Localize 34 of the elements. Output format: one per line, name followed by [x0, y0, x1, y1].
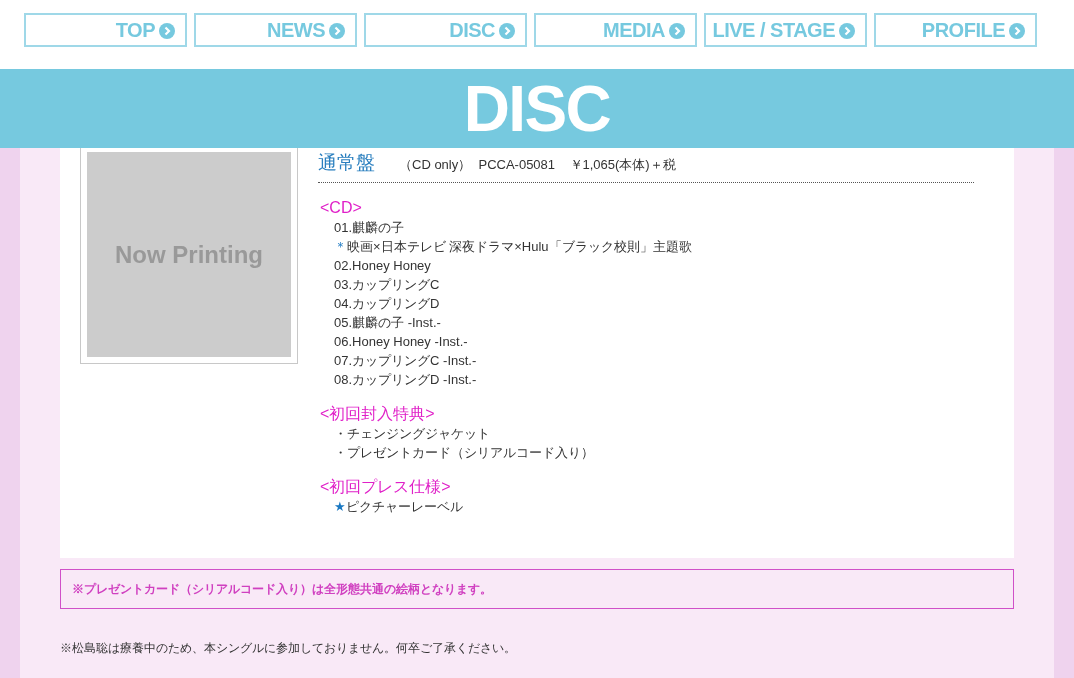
section-heading: <CD>	[320, 197, 363, 218]
nav-link[interactable]: DISC	[364, 13, 527, 47]
list-item: 04.カップリングD	[334, 294, 440, 313]
list-item: 05.麒麟の子 -Inst.-	[334, 313, 441, 332]
nav-link[interactable]: PROFILE	[874, 13, 1037, 47]
edition-info: （CD only） PCCA-05081 ￥1,065(本体)＋税	[399, 156, 676, 174]
nav-link[interactable]: LIVE / STAGE	[704, 13, 867, 47]
list-item: ・チェンジングジャケット	[334, 424, 490, 443]
nav-link[interactable]: NEWS	[194, 13, 357, 47]
chevron-icon	[329, 23, 345, 39]
section-heading: <初回封入特典>	[320, 403, 436, 424]
list-item: 映画×日本テレビ 深夜ドラマ×Hulu「ブラック校則」主題歌	[347, 237, 692, 256]
bullet-mark: ＊	[334, 237, 347, 256]
page-banner: DISC	[0, 69, 1074, 148]
edition-title: 通常盤	[318, 151, 375, 175]
chevron-icon	[839, 23, 855, 39]
chevron-icon	[159, 23, 175, 39]
list-item: 08.カップリングD -Inst.-	[334, 370, 477, 389]
nav-link[interactable]: MEDIA	[534, 13, 697, 47]
list-item: 07.カップリングC -Inst.-	[334, 351, 477, 370]
chevron-icon	[499, 23, 515, 39]
section-heading: <初回プレス仕様>	[320, 476, 452, 497]
chevron-icon	[669, 23, 685, 39]
nav-link[interactable]: TOP	[24, 13, 187, 47]
list-item: 03.カップリングC	[334, 275, 440, 294]
list-item: ・プレゼントカード（シリアルコード入り）	[334, 443, 594, 462]
notice-box: ※プレゼントカード（シリアルコード入り）は全形態共通の絵柄となります。	[60, 569, 1014, 609]
footnote: ※松島聡は療養中のため、本シングルに参加しておりません。何卒ご了承ください。	[60, 640, 517, 657]
list-item: 02.Honey Honey	[334, 256, 431, 275]
list-item: 06.Honey Honey -Inst.-	[334, 332, 468, 351]
list-item: ピクチャーレーベル	[346, 497, 463, 516]
bullet-mark: ★	[334, 497, 346, 516]
chevron-icon	[1009, 23, 1025, 39]
list-item: 01.麒麟の子	[334, 218, 405, 237]
